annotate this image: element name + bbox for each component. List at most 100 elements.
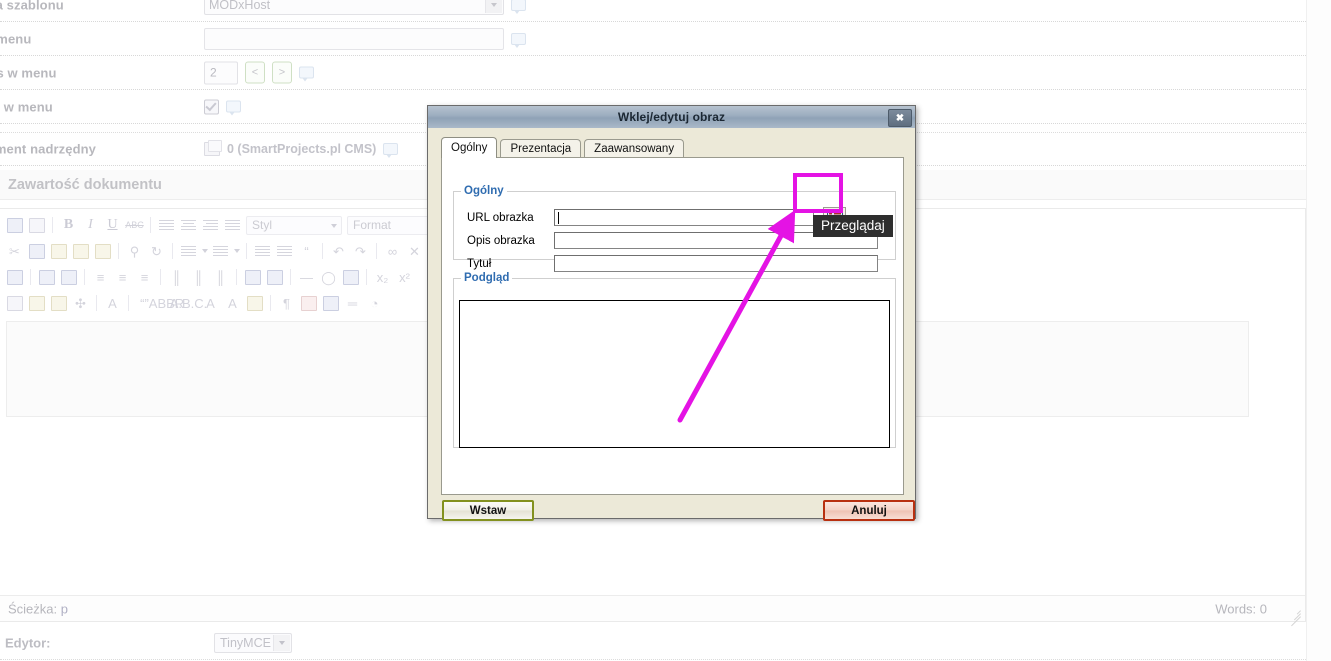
toolbar-separator — [270, 295, 271, 311]
help-icon[interactable] — [383, 143, 399, 158]
label-show-in-menu: Pokaż w menu — [0, 99, 53, 114]
paste-icon[interactable] — [48, 241, 69, 262]
media-icon[interactable]: ◔ — [364, 293, 385, 314]
glyph: ═ — [347, 295, 358, 311]
indent-icon[interactable] — [274, 241, 295, 262]
horizontal-rule-icon[interactable]: — — [296, 267, 317, 288]
delete-text-icon[interactable]: A — [200, 293, 221, 314]
tab-zaawansowany[interactable]: Zaawansowany — [584, 139, 685, 158]
dialog-titlebar[interactable]: Wklej/edytuj obraz ✖ — [428, 106, 915, 129]
edit-source-icon[interactable] — [4, 267, 25, 288]
page-break-icon[interactable]: ═ — [342, 293, 363, 314]
help-icon[interactable] — [299, 66, 314, 82]
outdent-icon[interactable] — [252, 241, 273, 262]
unlink-icon[interactable]: ✕ — [404, 241, 425, 262]
editor-path-value[interactable]: p — [61, 601, 68, 616]
italic-icon[interactable]: I — [80, 215, 101, 236]
cancel-button[interactable]: Anuluj — [823, 500, 915, 521]
bold-icon[interactable]: B — [58, 215, 79, 236]
layer-back-icon[interactable] — [48, 293, 69, 314]
remove-format-icon[interactable]: ◯ — [318, 267, 339, 288]
redo-icon[interactable]: ↷ — [350, 241, 371, 262]
chevron-down-icon[interactable] — [273, 634, 290, 651]
align-right-icon[interactable] — [200, 215, 221, 236]
superscript-icon[interactable]: x² — [394, 267, 415, 288]
insert-column-after-icon[interactable]: ║ — [188, 267, 209, 288]
tab-ogolny-label: Ogólny — [451, 142, 488, 154]
show-invisible-icon[interactable]: ¶ — [276, 293, 297, 314]
align-left-icon[interactable] — [156, 215, 177, 236]
select-area-icon[interactable] — [4, 293, 25, 314]
merge-cells-icon[interactable] — [264, 267, 285, 288]
layer-icon[interactable] — [26, 293, 47, 314]
insert-row-before-icon[interactable]: ≡ — [90, 267, 111, 288]
table-icon[interactable] — [340, 267, 361, 288]
parent-document-value[interactable]: 0 (SmartProjects.pl CMS) — [227, 142, 376, 156]
tab-ogolny[interactable]: Ogólny — [441, 137, 498, 158]
numbered-list-dropdown-icon[interactable] — [232, 241, 241, 262]
glyph: — — [300, 269, 313, 285]
undo-icon[interactable]: ↶ — [328, 241, 349, 262]
replace-icon[interactable]: ↻ — [146, 241, 167, 262]
insert-button[interactable]: Wstaw — [442, 500, 534, 521]
paste-from-word-icon[interactable] — [92, 241, 113, 262]
general-group-legend: Ogólny — [464, 185, 504, 197]
align-center-icon[interactable] — [178, 215, 199, 236]
editor-select[interactable]: TinyMCE — [214, 632, 292, 653]
paste-as-text-icon[interactable] — [70, 241, 91, 262]
acronym-icon[interactable]: A.B.C. — [170, 293, 208, 314]
insert-column-before-icon[interactable]: ║ — [166, 267, 187, 288]
bullet-list-icon[interactable] — [178, 241, 199, 262]
toggle-guides-icon[interactable] — [298, 293, 319, 314]
chevron-down-icon[interactable] — [485, 0, 502, 13]
image-title-input[interactable] — [554, 255, 878, 272]
numbered-list-icon[interactable] — [210, 241, 231, 262]
chevron-down-icon[interactable] — [331, 223, 337, 228]
menu-index-decrement-button[interactable]: < — [245, 61, 265, 84]
align-justify-icon[interactable] — [222, 215, 243, 236]
link-icon[interactable]: ∞ — [382, 241, 403, 262]
glyph: ◔ — [370, 295, 379, 311]
menu-index-increment-button[interactable]: > — [272, 61, 292, 84]
menu-index-input[interactable]: 2 — [204, 61, 238, 84]
tab-prezentacja[interactable]: Prezentacja — [500, 139, 582, 158]
copy-icon[interactable] — [26, 241, 47, 262]
attributes-icon[interactable] — [244, 293, 265, 314]
template-select[interactable]: MODxHost — [204, 0, 504, 15]
delete-column-icon[interactable]: ║ — [210, 267, 231, 288]
glyph: U — [107, 217, 118, 232]
help-icon[interactable] — [511, 32, 526, 48]
delete-row-icon[interactable]: ≡ — [134, 267, 155, 288]
blockquote-icon[interactable]: “ — [296, 241, 317, 262]
label-menu-title: Tytuł menu — [0, 31, 32, 46]
menu-title-input[interactable] — [204, 27, 504, 50]
cut-icon[interactable]: ✂ — [4, 241, 25, 262]
bullet-list-dropdown-icon[interactable] — [200, 241, 209, 262]
show-in-menu-checkbox[interactable] — [204, 99, 219, 114]
help-icon[interactable] — [511, 0, 526, 14]
editor-resize-handle[interactable] — [1287, 604, 1301, 627]
strikethrough-icon[interactable]: ABC — [124, 215, 145, 236]
help-icon[interactable] — [226, 100, 241, 116]
underline-icon[interactable]: U — [102, 215, 123, 236]
image-preview-canvas — [459, 300, 890, 448]
styles-icon[interactable]: A — [102, 293, 123, 314]
template-icon[interactable] — [320, 293, 341, 314]
save-icon[interactable] — [4, 215, 25, 236]
close-icon[interactable]: ✖ — [888, 109, 912, 127]
glyph: ↻ — [151, 243, 162, 259]
subscript-icon[interactable]: x₂ — [372, 267, 393, 288]
table-cell-props-icon[interactable] — [58, 267, 79, 288]
glyph: ║ — [171, 269, 182, 285]
move-layer-icon[interactable]: ✣ — [70, 293, 91, 314]
insert-row-after-icon[interactable]: ≡ — [112, 267, 133, 288]
search-icon[interactable]: ⚲ — [124, 241, 145, 262]
image-url-input[interactable] — [554, 209, 814, 226]
style-select[interactable]: Styl — [246, 215, 342, 235]
insert-text-icon[interactable]: A — [222, 293, 243, 314]
table-row-props-icon[interactable] — [36, 267, 57, 288]
new-document-icon[interactable] — [26, 215, 47, 236]
glyph: ≡ — [118, 269, 127, 285]
split-cells-icon[interactable] — [242, 267, 263, 288]
editor-path: Ścieżka: p — [8, 601, 68, 616]
